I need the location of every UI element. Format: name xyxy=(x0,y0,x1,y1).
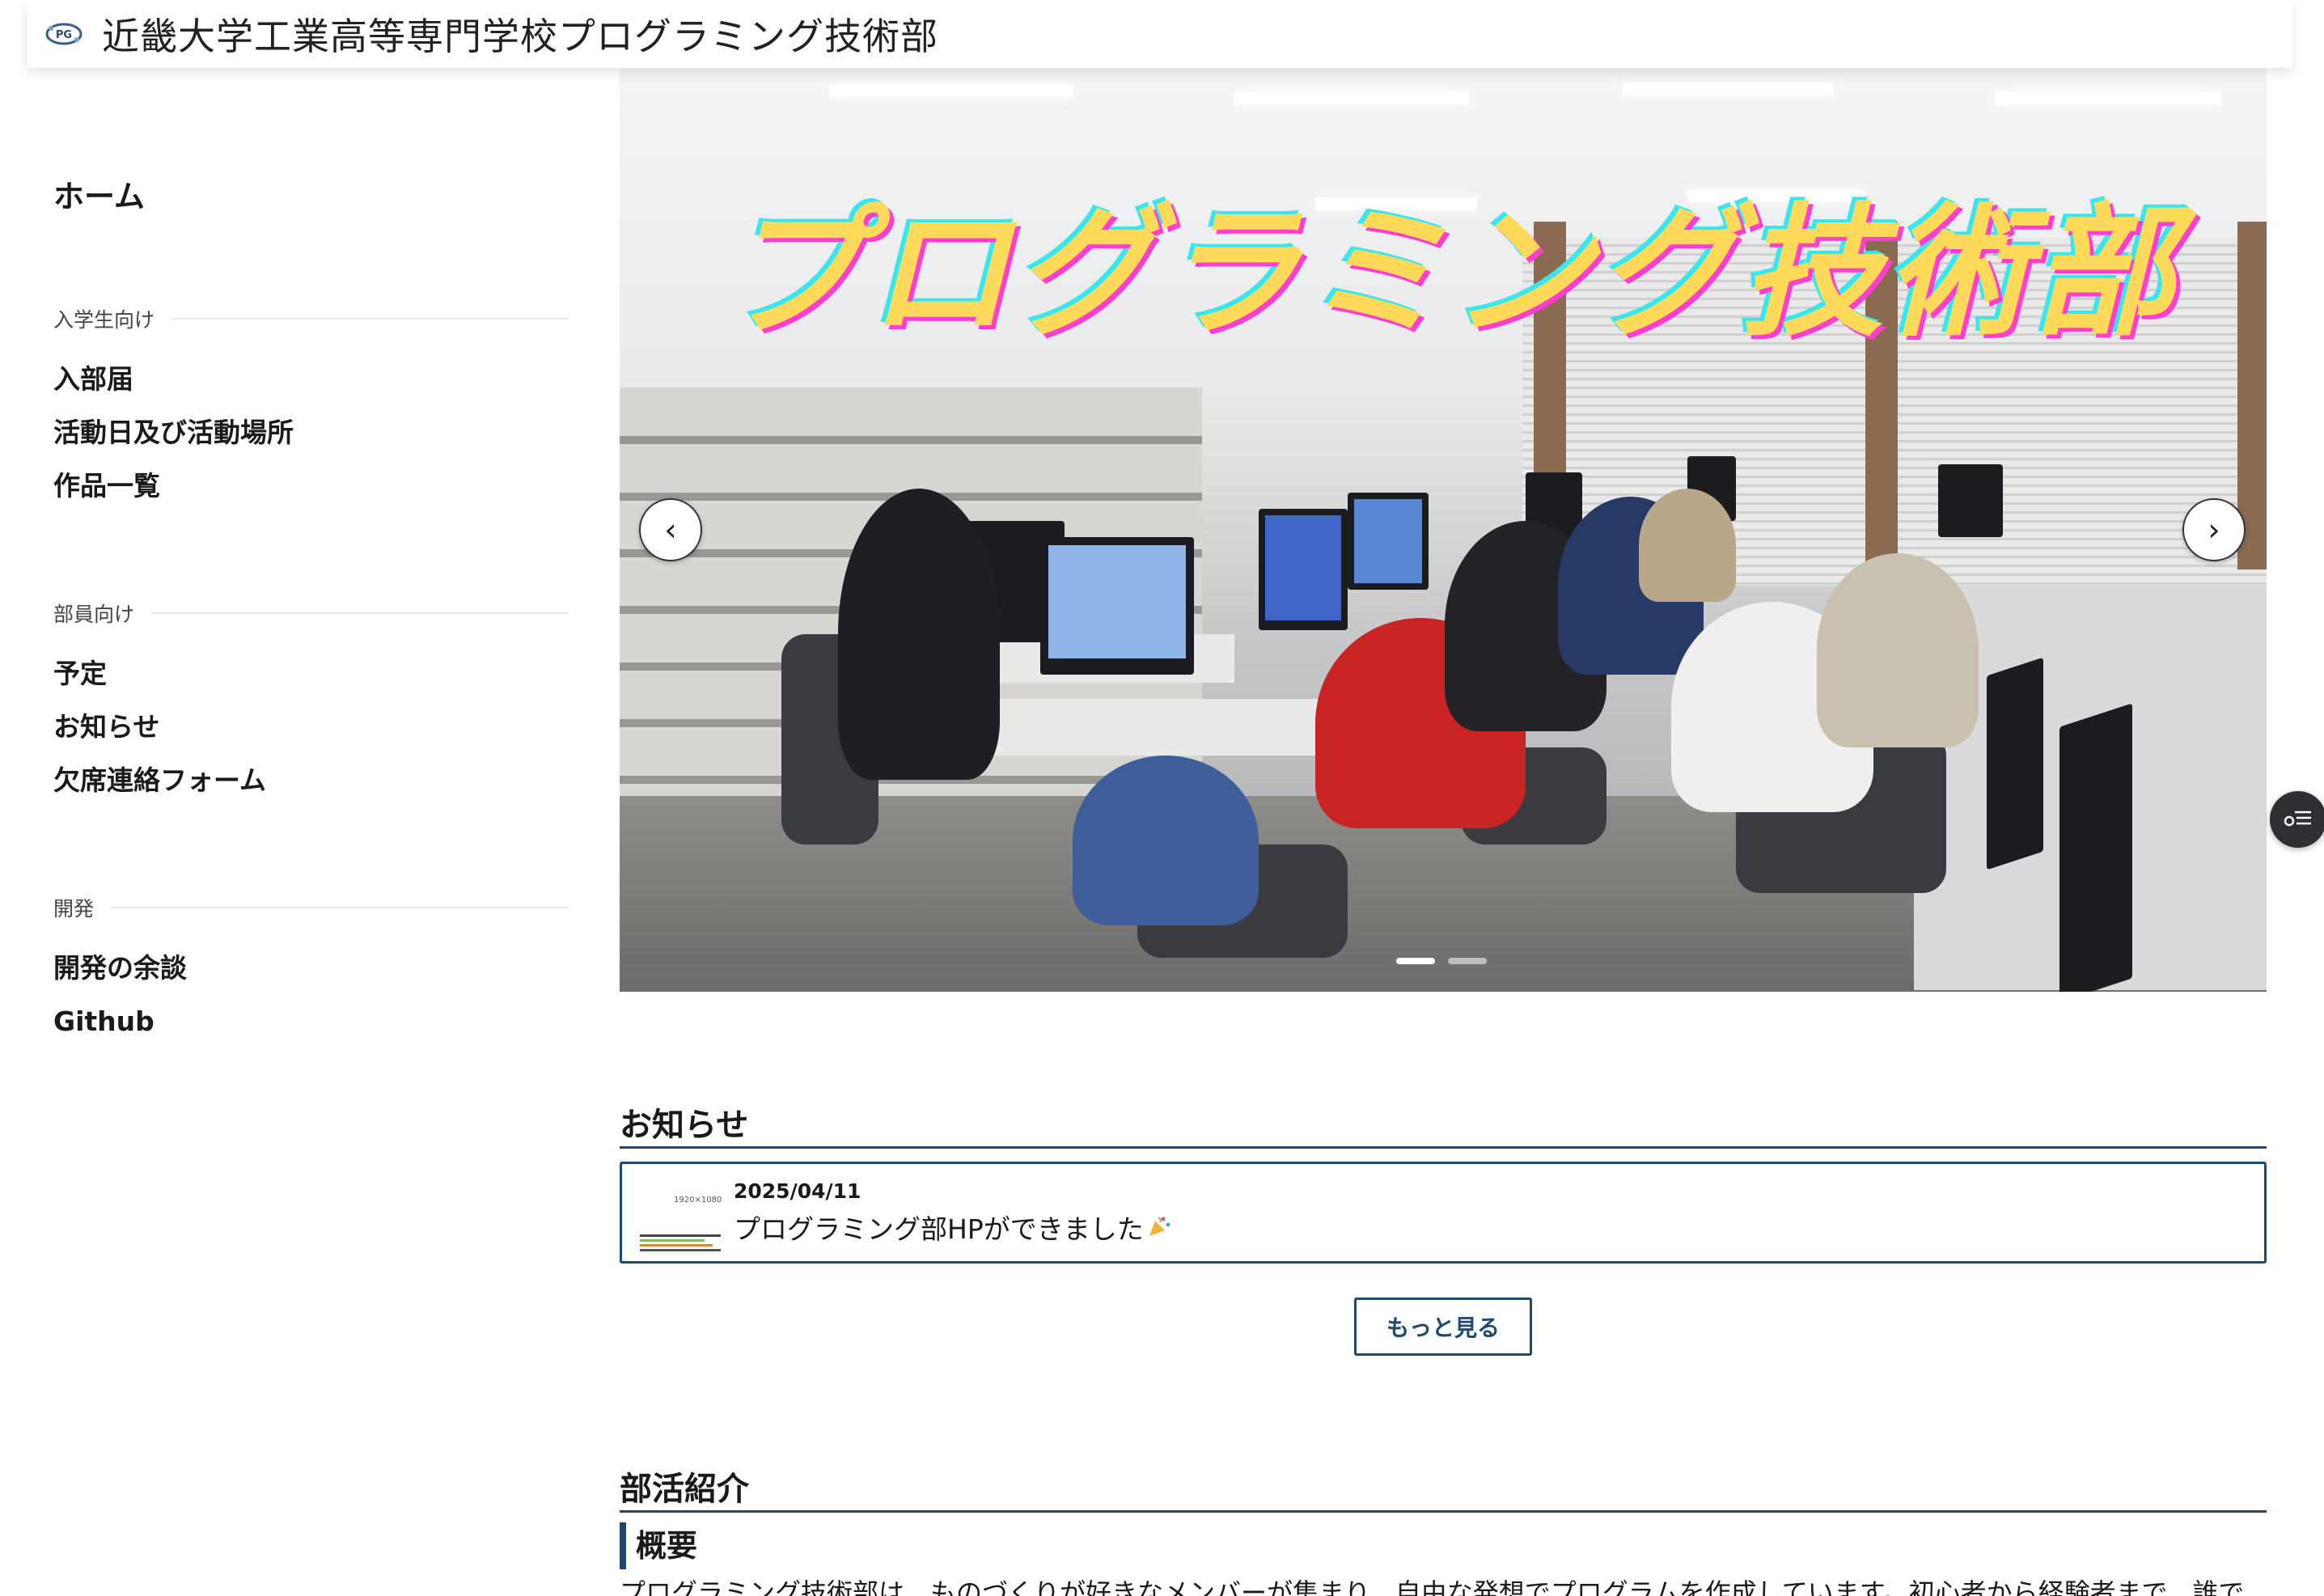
chevron-right-icon: › xyxy=(2208,512,2220,548)
carousel-next-button[interactable]: › xyxy=(2182,498,2246,561)
party-popper-icon xyxy=(1147,1213,1171,1245)
sidebar-item-absence-form[interactable]: 欠席連絡フォーム xyxy=(53,754,568,807)
sidebar-item-entry-form[interactable]: 入部届 xyxy=(53,353,568,406)
carousel-dot-1[interactable] xyxy=(1396,958,1435,964)
sidebar-section-new-students: 入学生向け 入部届 活動日及び活動場所 作品一覧 xyxy=(53,303,568,513)
news-item[interactable]: 1920×1080 2025/04/11 プログラミング部HPができました xyxy=(620,1162,2267,1264)
sidebar-section-heading: 部員向け xyxy=(53,603,135,626)
toc-button[interactable] xyxy=(2270,791,2324,848)
sidebar-item-home[interactable]: ホーム xyxy=(53,171,145,216)
chevron-left-icon: ‹ xyxy=(664,512,677,548)
more-news-button[interactable]: もっと見る xyxy=(1354,1298,1532,1356)
page: PG 近畿大学工業高等専門学校プログラミング技術部 ホーム 入学生向け 入部届 … xyxy=(0,0,2324,1596)
sidebar-item-activity-schedule[interactable]: 活動日及び活動場所 xyxy=(53,406,568,459)
news-date: 2025/04/11 xyxy=(734,1179,861,1203)
sidebar-item-schedule[interactable]: 予定 xyxy=(53,647,568,701)
carousel-dot-2[interactable] xyxy=(1448,958,1487,964)
sidebar-item-dev-story[interactable]: 開発の余談 xyxy=(53,942,568,995)
news-thumbnail-label: 1920×1080 xyxy=(674,1196,722,1204)
overview-subheading: 概要 xyxy=(620,1522,2267,1569)
news-headline[interactable]: プログラミング部HPができました xyxy=(734,1208,1171,1247)
divider xyxy=(172,318,568,320)
site-header: PG 近畿大学工業高等専門学校プログラミング技術部 xyxy=(28,0,2292,68)
sidebar-section-heading: 入学生向け xyxy=(53,308,155,332)
news-heading: お知らせ xyxy=(620,1092,2267,1149)
divider xyxy=(112,907,568,908)
sidebar-section-members: 部員向け 予定 お知らせ 欠席連絡フォーム xyxy=(53,597,568,807)
sidebar-section-development: 開発 開発の余談 Github xyxy=(53,891,568,1048)
carousel-title: プログラミング技術部 xyxy=(722,190,2178,356)
about-heading: 部活紹介 xyxy=(620,1456,2267,1513)
hero-carousel[interactable]: プログラミング技術部 ‹ › xyxy=(620,68,2267,992)
sidebar-section-heading: 開発 xyxy=(53,897,95,921)
club-logo-icon[interactable]: PG xyxy=(44,17,84,51)
divider xyxy=(152,612,568,614)
sidebar-item-works[interactable]: 作品一覧 xyxy=(53,459,568,513)
site-title[interactable]: 近畿大学工業高等専門学校プログラミング技術部 xyxy=(102,7,938,61)
sidebar-item-github[interactable]: Github xyxy=(53,995,568,1048)
news-thumbnail: 1920×1080 xyxy=(625,1165,724,1260)
news-headline-text: プログラミング部HPができました xyxy=(734,1213,1144,1245)
svg-text:PG: PG xyxy=(56,29,72,41)
overview-text: プログラミング技術部は、ものづくりが好きなメンバーが集まり、自由な発想でプログラ… xyxy=(620,1577,2245,1596)
table-of-contents-icon xyxy=(2284,806,2313,833)
carousel-prev-button[interactable]: ‹ xyxy=(639,498,702,561)
sidebar-item-notices[interactable]: お知らせ xyxy=(53,701,568,754)
carousel-indicators xyxy=(1396,958,1500,964)
